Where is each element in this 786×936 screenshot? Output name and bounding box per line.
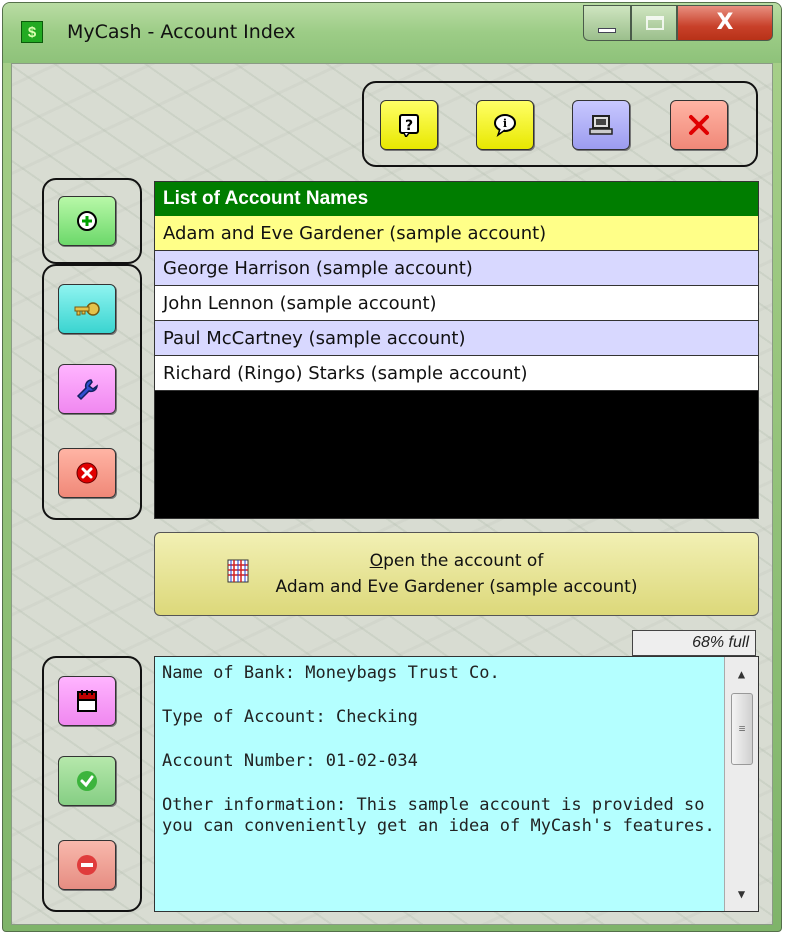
checkmark-icon (77, 771, 97, 791)
minus-icon (77, 855, 97, 875)
maximize-icon (646, 16, 664, 30)
add-account-button[interactable] (58, 196, 116, 246)
window-title: MyCash - Account Index (67, 21, 296, 43)
add-icon (77, 211, 97, 231)
notepad-icon (77, 690, 97, 712)
computer-icon (589, 115, 613, 135)
svg-text:i: i (503, 117, 507, 130)
scroll-down-arrow-icon[interactable]: ▼ (725, 877, 758, 911)
open-account-line1: Open the account of (155, 551, 758, 571)
info-icon: i (494, 114, 516, 137)
account-type-text: Type of Account: Checking (162, 707, 418, 727)
notes-group (42, 656, 142, 912)
account-list-item[interactable]: Adam and Eve Gardener (sample account) (155, 216, 758, 251)
add-group (42, 178, 142, 264)
notes-button[interactable] (58, 676, 116, 726)
computer-button[interactable] (572, 100, 630, 150)
account-info-text: Name of Bank: Moneybags Trust Co. Type o… (162, 663, 722, 860)
open-account-line2: Adam and Eve Gardener (sample account) (275, 577, 638, 597)
app-window: $ MyCash - Account Index X ? i List of A… (2, 2, 782, 932)
delete-icon (76, 462, 98, 484)
account-list-rows: Adam and Eve Gardener (sample account) Ge… (155, 216, 758, 391)
password-key-button[interactable] (58, 284, 116, 334)
account-list-item[interactable]: Richard (Ringo) Starks (sample account) (155, 356, 758, 391)
info-button[interactable]: i (476, 100, 534, 150)
scroll-up-arrow-icon[interactable]: ▲ (725, 657, 758, 691)
account-list-item[interactable]: John Lennon (sample account) (155, 286, 758, 321)
exit-button[interactable] (670, 100, 728, 150)
account-list-item[interactable]: George Harrison (sample account) (155, 251, 758, 286)
close-window-button[interactable]: X (677, 5, 773, 41)
minimize-button[interactable] (583, 5, 631, 41)
account-number-text: Account Number: 01-02-034 (162, 751, 418, 771)
open-account-hotkey: O (369, 551, 384, 571)
scroll-thumb[interactable]: ≡ (731, 693, 753, 765)
account-actions-group (42, 264, 142, 520)
account-list-item[interactable]: Paul McCartney (sample account) (155, 321, 758, 356)
svg-text:?: ? (405, 118, 413, 134)
wrench-icon (76, 379, 98, 401)
info-scrollbar[interactable]: ▲ ≡ ▼ (724, 657, 758, 911)
cancel-button[interactable] (58, 840, 116, 890)
toolbar-group: ? i (362, 81, 758, 167)
key-icon (74, 302, 100, 316)
capacity-gauge: 68% full (632, 630, 756, 656)
open-account-caption: pen the account of (383, 551, 544, 571)
close-icon (689, 115, 709, 135)
account-list-header: List of Account Names (155, 182, 758, 216)
title-bar[interactable]: $ MyCash - Account Index X (3, 3, 781, 63)
edit-account-button[interactable] (58, 364, 116, 414)
account-list: List of Account Names Adam and Eve Garde… (154, 181, 759, 519)
mycash-app-icon: $ (21, 21, 43, 43)
bank-name-text: Name of Bank: Moneybags Trust Co. (162, 663, 500, 683)
client-area: ? i List of Account Names Adam and Eve G… (11, 63, 773, 925)
close-window-icon: X (716, 10, 734, 35)
help-icon: ? (399, 114, 419, 137)
other-info-text: Other information: This sample account i… (162, 795, 715, 836)
minimize-icon (598, 28, 616, 33)
delete-account-button[interactable] (58, 448, 116, 498)
help-button[interactable]: ? (380, 100, 438, 150)
maximize-button[interactable] (631, 5, 677, 41)
confirm-button[interactable] (58, 756, 116, 806)
open-account-button[interactable]: Open the account of Adam and Eve Gardene… (154, 532, 759, 616)
account-info-textarea[interactable]: Name of Bank: Moneybags Trust Co. Type o… (154, 656, 759, 912)
